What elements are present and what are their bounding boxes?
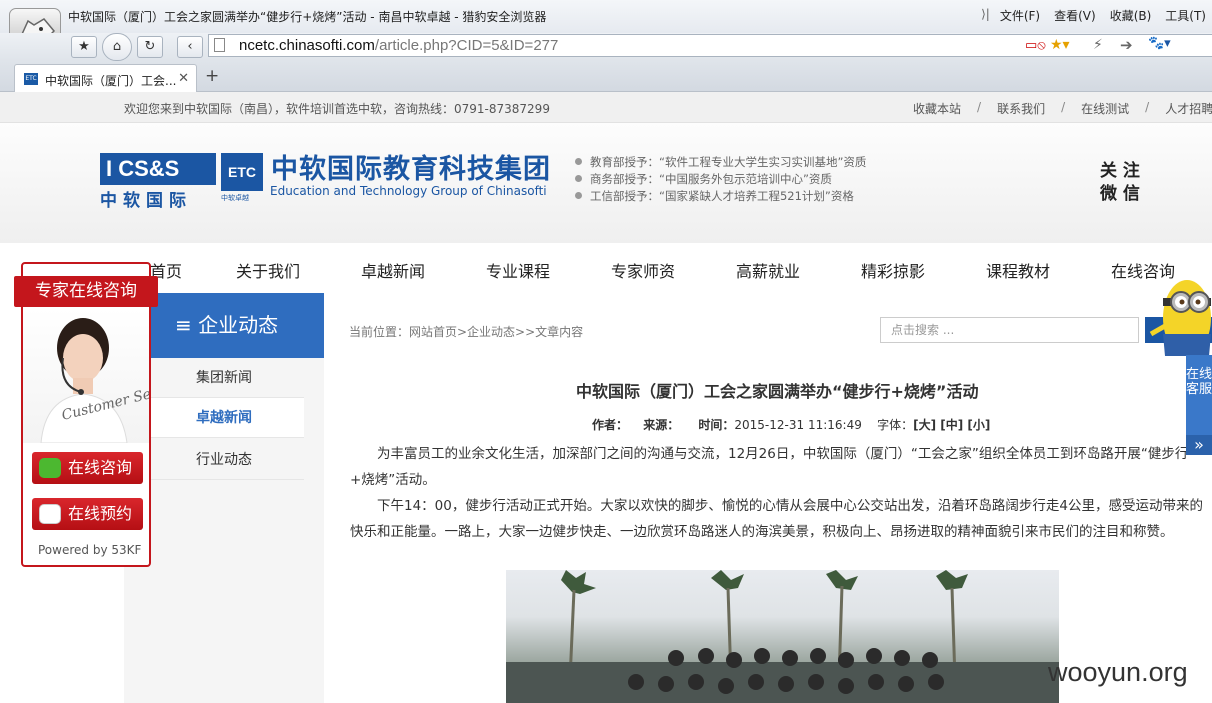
article-paragraph: 为丰富员工的业余文化生活，加深部门之间的沟通与交流，12月26日，中软国际（厦门… [350,446,1189,488]
follow-wechat[interactable]: 关 注 微 信 [1100,160,1140,206]
new-tab-icon[interactable]: + [205,66,219,86]
menu-favorites[interactable]: 收藏(B) [1110,7,1152,24]
link-online-test[interactable]: 在线测试 [1081,100,1129,117]
logo-icss-cn: 中软国际 [100,191,192,211]
nav-jobs[interactable]: 高薪就业 [736,258,800,282]
logo-etc-cn: 中软卓越 [221,194,249,202]
group-photo [506,570,1059,703]
minion-mascot-icon[interactable] [1147,272,1212,357]
article-paragraph: 下午14：00，健步行活动正式开始。大家以欢快的脚步、愉悦的心情从会展中心公交站… [350,498,1203,540]
url-host: ncetc.chinasofti.com [239,37,375,54]
back-icon[interactable]: ‹ [177,36,203,58]
article-meta: 作者： 来源： 时间：2015-12-31 11:16:49 字体：[大] [中… [592,418,991,432]
font-size-switch[interactable]: [大] [中] [小] [913,418,990,432]
favorite-star-icon[interactable]: ★▾ [1050,37,1070,53]
consult-widget-title: 专家在线咨询 [14,276,158,307]
award-line: 商务部授予：“中国服务外包示范培训中心”资质 [575,171,832,187]
browser-menu-bar: ⟩| 文件(F) 查看(V) 收藏(B) 工具(T) [981,7,1206,24]
award-line: 教育部授予：“软件工程专业大学生实习实训基地”资质 [575,154,866,170]
award-line: 工信部授予：“国家紧缺人才培养工程521计划”资格 [575,188,854,204]
page-icon [214,38,225,52]
window-title: 中软国际（厦门）工会之家圆满举办“健步行+烧烤”活动 - 南昌中软卓越 - 猎豹… [68,10,547,24]
agent-avatar: Customer Service [23,308,187,444]
menu-view[interactable]: 查看(V) [1054,7,1096,24]
etc-favicon-icon: ETC [24,73,38,85]
logo-icss-box[interactable]: I CS&S [100,153,216,185]
sidebar-item-group-news[interactable]: 集团新闻 [151,358,304,398]
online-consult-button[interactable]: 在线咨询 [32,452,143,484]
lightning-icon[interactable]: ⚡ [1093,37,1103,53]
separator: / [977,100,982,114]
powered-by[interactable]: Powered by 53KF [38,543,141,557]
tab-title: 中软国际（厦门）工会... [45,74,177,88]
link-contact[interactable]: 联系我们 [997,100,1045,117]
home-icon[interactable]: ⌂ [102,33,132,61]
star-icon[interactable]: ★ [71,36,97,58]
article-title: 中软国际（厦门）工会之家圆满举办“健步行+烧烤”活动 [576,382,979,401]
separator: / [1061,100,1066,114]
separator: / [1145,100,1150,114]
brand-name-cn: 中软国际教育科技集团 [271,154,551,185]
refresh-icon[interactable]: ↻ [137,36,163,58]
tab-article[interactable]: ETC 中软国际（厦门）工会... ✕ [14,64,197,92]
link-jobs[interactable]: 人才招聘 [1165,100,1212,117]
nav-about[interactable]: 关于我们 [236,258,300,282]
url-path: /article.php?CID=5&ID=277 [374,37,559,54]
chat-bubble-icon [39,458,61,478]
sidebar-item-news[interactable]: 卓越新闻 [151,398,304,438]
welcome-text: 欢迎您来到中软国际（南昌），软件培训首选中软，咨询热线：0791-8738729… [124,102,550,116]
nav-courses[interactable]: 专业课程 [486,258,550,282]
breadcrumb: 当前位置：网站首页>企业动态>>文章内容 [349,325,584,339]
menu-tools[interactable]: 工具(T) [1165,7,1206,24]
block-icon[interactable]: ▭⦸ [1025,38,1046,53]
close-tab-icon[interactable]: ✕ [178,71,189,86]
menu-toggle-icon[interactable]: ⟩| [981,7,990,24]
watermark: wooyun.org [1048,657,1188,687]
link-bookmark[interactable]: 收藏本站 [913,100,961,117]
forward-icon[interactable]: ➔ [1120,36,1133,54]
online-booking-button[interactable]: 在线预约 [32,498,143,530]
menu-file[interactable]: 文件(F) [1000,7,1040,24]
pen-icon [39,504,61,524]
section-title: ≡ 企业动态 [151,293,324,358]
nav-materials[interactable]: 课程教材 [986,258,1050,282]
search-input[interactable]: 点击搜索 ... [880,317,1139,343]
nav-gallery[interactable]: 精彩掠影 [861,258,925,282]
logo-etc-box[interactable]: ETC [221,153,263,191]
brand-name-en: Education and Technology Group of Chinas… [270,184,547,198]
sidebar-item-industry[interactable]: 行业动态 [151,440,304,480]
expand-arrow-icon[interactable]: » [1186,435,1212,455]
nav-teachers[interactable]: 专家师资 [611,258,675,282]
top-links: 收藏本站 / 联系我们 / 在线测试 / 人才招聘 [913,100,1212,117]
nav-news[interactable]: 卓越新闻 [361,258,425,282]
paw-icon[interactable]: 🐾▾ [1148,36,1171,51]
